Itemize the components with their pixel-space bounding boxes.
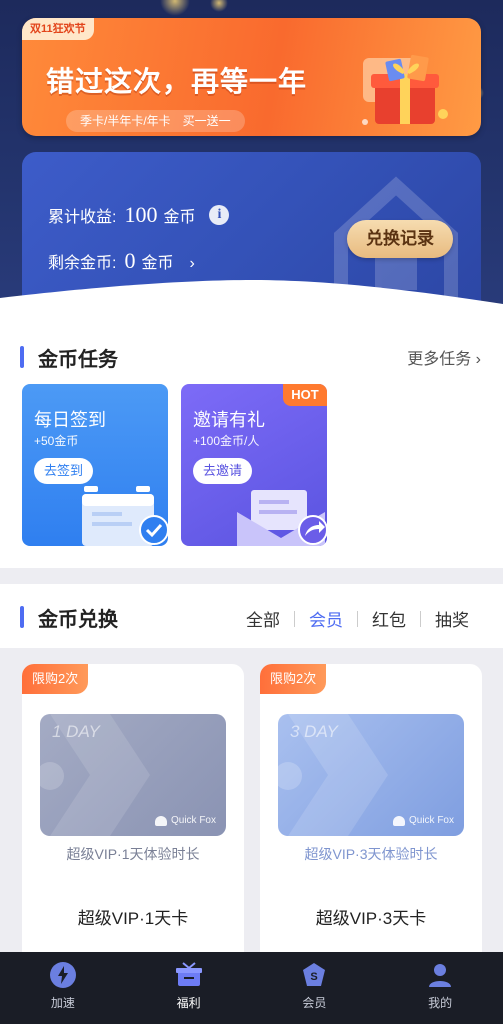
vip-description: 超级VIP·1天体验时长	[66, 846, 200, 862]
user-icon	[429, 964, 452, 987]
hot-badge: HOT	[283, 384, 327, 406]
more-tasks-label: 更多任务	[407, 351, 472, 368]
lightning-icon	[49, 962, 76, 988]
banner-subtitle: 季卡/半年卡/年卡 买一送一	[66, 110, 245, 132]
vip-card-image: 1 DAY Quick Fox	[40, 714, 226, 836]
nav-item-accelerate[interactable]: 加速	[23, 960, 103, 1011]
gift-icon	[175, 962, 202, 986]
section-title: 金币任务	[38, 349, 118, 371]
chevron-right-icon: ›	[475, 351, 481, 368]
nav-item-benefits[interactable]: 福利	[149, 960, 229, 1011]
nav-label: 会员	[302, 996, 327, 1010]
gift-box-icon	[362, 54, 448, 125]
banner-tag: 双11狂欢节	[22, 18, 94, 40]
tab-lottery[interactable]: 抽奖	[421, 606, 483, 631]
tab-member[interactable]: 会员	[295, 606, 357, 631]
calendar-check-icon	[82, 486, 168, 546]
exchange-record-button[interactable]: 兑换记录	[347, 220, 453, 258]
wave-divider	[0, 280, 503, 330]
task-reward: +50金币	[34, 434, 79, 448]
info-icon[interactable]: i	[209, 205, 230, 225]
fox-logo-icon	[392, 815, 405, 826]
vip-name: 超级VIP·1天卡	[77, 909, 189, 928]
task-reward: +100金币/人	[193, 434, 260, 448]
section-accent-bar	[20, 606, 24, 628]
svg-text:S: S	[311, 971, 318, 983]
remaining-coins-value: 0	[124, 248, 136, 273]
task-card-daily-checkin[interactable]: 每日签到 +50金币 去签到	[22, 384, 168, 546]
brand-name: Quick Fox	[408, 815, 454, 826]
nav-item-mine[interactable]: 我的	[400, 960, 480, 1011]
vip-name: 超级VIP·3天卡	[315, 909, 427, 928]
chevron-right-icon: ›	[189, 255, 195, 272]
nav-label: 福利	[176, 996, 201, 1010]
hero-header: 双11狂欢节 错过这次，再等一年 季卡/半年卡/年卡 买一送一 累计收益: 10…	[0, 0, 503, 330]
vip-icon: S	[303, 963, 326, 986]
section-title: 金币兑换	[38, 609, 118, 631]
total-earnings-label: 累计收益:	[48, 209, 117, 226]
checkin-button[interactable]: 去签到	[34, 458, 94, 484]
purchase-limit-tag: 限购2次	[260, 664, 327, 694]
nav-label: 我的	[428, 996, 453, 1010]
total-earnings-row: 累计收益: 100 金币 i	[48, 202, 230, 228]
tab-all[interactable]: 全部	[232, 606, 294, 631]
total-earnings-value: 100	[124, 202, 158, 227]
section-accent-bar	[20, 346, 24, 368]
coin-exchange-section: 金币兑换 全部 会员 红包 抽奖	[0, 584, 503, 654]
bottom-nav: 加速 福利 S 会员 我的	[0, 952, 503, 1024]
vip-card-image: 3 DAY Quick Fox	[278, 714, 464, 836]
more-tasks-link[interactable]: 更多任务 ›	[407, 345, 481, 369]
banner-title: 错过这次，再等一年	[46, 66, 308, 97]
exchange-item-vip-1day[interactable]: 限购2次 1 DAY Quick Fox 超级VIP·1天体验时长 超级VIP·…	[22, 664, 244, 964]
fox-logo-icon	[154, 815, 167, 826]
vip-description: 超级VIP·3天体验时长	[304, 846, 438, 862]
total-earnings-unit: 金币	[163, 209, 196, 226]
card-day-label: 1 DAY	[52, 722, 100, 741]
exchange-item-vip-3day[interactable]: 限购2次 3 DAY Quick Fox 超级VIP·3天体验时长 超级VIP·…	[260, 664, 482, 964]
nav-label: 加速	[50, 996, 75, 1010]
envelope-share-icon	[237, 490, 327, 546]
exchange-tabs: 全部 会员 红包 抽奖	[232, 606, 483, 631]
nav-item-member[interactable]: S 会员	[274, 960, 354, 1011]
remaining-coins-row[interactable]: 剩余金币: 0 金币 ›	[48, 248, 195, 274]
remaining-coins-label: 剩余金币:	[48, 255, 117, 272]
promo-banner[interactable]: 双11狂欢节 错过这次，再等一年 季卡/半年卡/年卡 买一送一	[22, 18, 481, 136]
coin-tasks-header: 金币任务 更多任务 ›	[0, 330, 503, 380]
brand-logo: Quick Fox	[392, 815, 454, 826]
brand-logo: Quick Fox	[154, 815, 216, 826]
coin-exchange-header: 金币兑换 全部 会员 红包 抽奖	[0, 584, 503, 634]
brand-name: Quick Fox	[170, 815, 216, 826]
purchase-limit-tag: 限购2次	[22, 664, 89, 694]
remaining-coins-unit: 金币	[141, 255, 174, 272]
task-title: 每日签到	[34, 410, 106, 430]
card-day-label: 3 DAY	[290, 722, 338, 741]
task-title: 邀请有礼	[193, 410, 265, 430]
invite-button[interactable]: 去邀请	[193, 458, 253, 484]
tab-red-packet[interactable]: 红包	[358, 606, 420, 631]
task-card-invite[interactable]: HOT 邀请有礼 +100金币/人 去邀请	[181, 384, 327, 546]
